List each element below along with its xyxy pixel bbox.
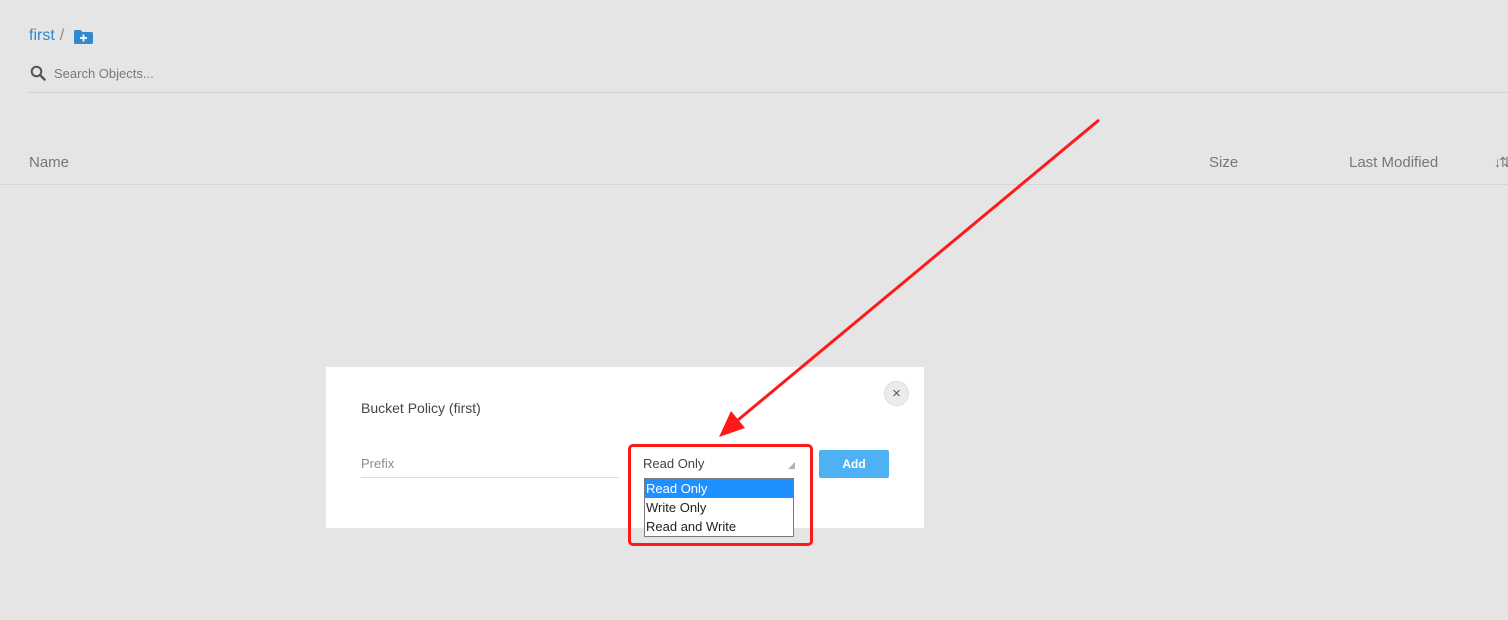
search-divider [28,92,1508,93]
search-icon [30,65,46,81]
breadcrumb-separator: / [59,27,65,44]
search-bar [30,62,354,84]
bucket-policy-modal: Bucket Policy (first) × Prefix Read Only… [326,367,924,528]
close-icon: × [892,385,901,402]
objects-table-header: Name Size Last Modified ↓⇅ [0,152,1508,185]
column-header-size[interactable]: Size [1209,154,1238,171]
breadcrumb: first / [29,25,94,47]
sort-icon[interactable]: ↓⇅ [1494,154,1508,171]
folder-plus-icon[interactable] [73,29,94,45]
annotation-highlight-box [628,444,813,546]
column-header-last-modified[interactable]: Last Modified [1349,154,1438,171]
add-button[interactable]: Add [819,450,889,478]
close-button[interactable]: × [884,381,909,406]
column-header-name[interactable]: Name [29,154,69,171]
prefix-underline [361,477,619,478]
prefix-input[interactable]: Prefix [361,456,394,471]
breadcrumb-bucket-link[interactable]: first [29,27,55,45]
search-input[interactable] [54,65,354,81]
modal-title: Bucket Policy (first) [361,400,481,416]
